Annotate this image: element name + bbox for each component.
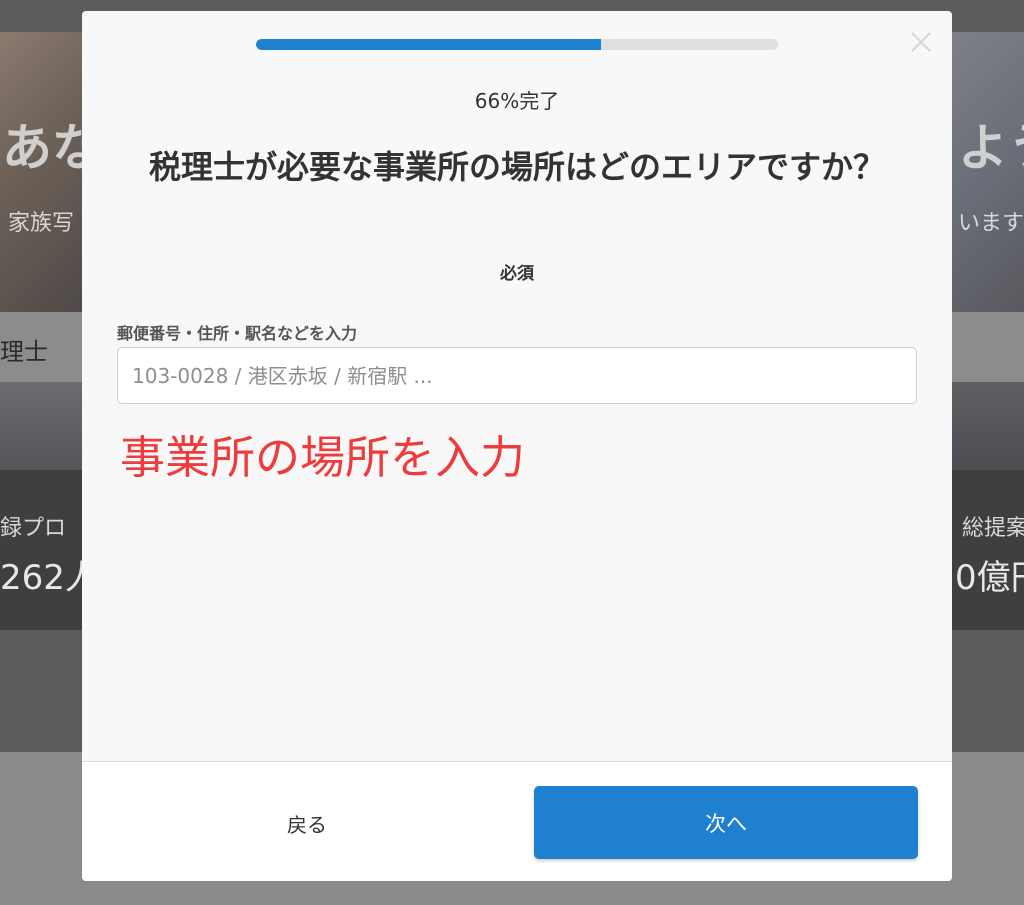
- stat-label-right: 総提案: [962, 516, 1024, 541]
- required-label: 必須: [500, 264, 534, 284]
- category-label: 理士: [0, 338, 48, 366]
- next-button[interactable]: 次へ: [534, 786, 918, 859]
- category-strip-right: [952, 312, 1024, 382]
- location-input[interactable]: [117, 347, 917, 404]
- back-button[interactable]: 戻る: [212, 806, 402, 840]
- photo-right: [952, 382, 1024, 470]
- hero-subtext-right: います: [958, 211, 1024, 236]
- question-modal: 66%完了 税理士が必要な事業所の場所はどのエリアですか？ 必須 郵便番号・住所…: [82, 11, 952, 881]
- progress-bar-fill: [256, 39, 601, 50]
- hero-subtext-left: 家族写: [8, 211, 75, 236]
- progress-bar: [256, 39, 778, 50]
- stat-value-right: 0億円: [955, 558, 1024, 598]
- annotation-text: 事業所の場所を入力: [120, 431, 526, 484]
- location-field-label: 郵便番号・住所・駅名などを入力: [117, 324, 358, 343]
- photo-left: [0, 382, 82, 470]
- stat-label-left: 録プロ: [0, 516, 67, 541]
- close-icon[interactable]: [908, 29, 934, 55]
- progress-text: 66%完了: [474, 89, 560, 113]
- hero-heading-right: よう: [958, 119, 1024, 177]
- modal-footer: 戻る 次へ: [82, 761, 952, 881]
- question-title: 税理士が必要な事業所の場所はどのエリアですか？: [148, 148, 885, 186]
